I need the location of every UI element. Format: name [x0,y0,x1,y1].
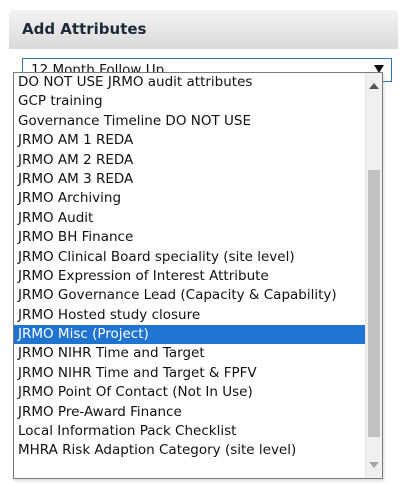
dropdown-option[interactable]: GCP training [14,92,366,111]
dropdown-option-selected[interactable]: JRMO Misc (Project) [14,325,366,345]
dropdown-option[interactable]: JRMO BH Finance [14,228,366,247]
dropdown-option[interactable]: JRMO Expression of Interest Attribute [14,267,366,286]
dropdown-option[interactable]: JRMO Point Of Contact (Not In Use) [14,383,366,402]
dropdown-option[interactable]: Governance Timeline DO NOT USE [14,112,366,131]
scroll-up-arrow-icon[interactable] [369,83,379,89]
dropdown-option[interactable]: JRMO NIHR Time and Target [14,344,366,363]
dropdown-option[interactable]: JRMO NIHR Time and Target & FPFV [14,364,366,383]
dropdown-option[interactable]: DO NOT USE JRMO audit attributes [14,73,366,92]
dropdown-option[interactable]: JRMO Pre-Award Finance [14,403,366,422]
dropdown-options: DO NOT USE JRMO audit attributes GCP trai… [14,73,366,478]
dropdown-option[interactable]: JRMO Clinical Board speciality (site lev… [14,248,366,267]
panel-title: Add Attributes [9,10,398,49]
dropdown-option[interactable]: JRMO AM 3 REDA [14,170,366,189]
scroll-down-arrow-icon[interactable] [369,462,379,468]
dropdown-option[interactable]: JRMO AM 1 REDA [14,131,366,150]
attribute-dropdown-list[interactable]: DO NOT USE JRMO audit attributes GCP trai… [13,72,383,479]
dropdown-option[interactable]: MHRA Risk Adaption Category (site level) [14,441,366,460]
dropdown-option[interactable]: JRMO Hosted study closure [14,306,366,325]
dropdown-option[interactable]: Local Information Pack Checklist [14,422,366,441]
dropdown-option[interactable]: JRMO Archiving [14,189,366,208]
scrollbar-thumb[interactable] [368,170,380,437]
dropdown-option[interactable]: JRMO AM 2 REDA [14,151,366,170]
dropdown-option[interactable]: JRMO Governance Lead (Capacity & Capabil… [14,286,366,305]
dropdown-option[interactable]: JRMO Audit [14,209,366,228]
dropdown-scrollbar[interactable] [365,73,382,478]
